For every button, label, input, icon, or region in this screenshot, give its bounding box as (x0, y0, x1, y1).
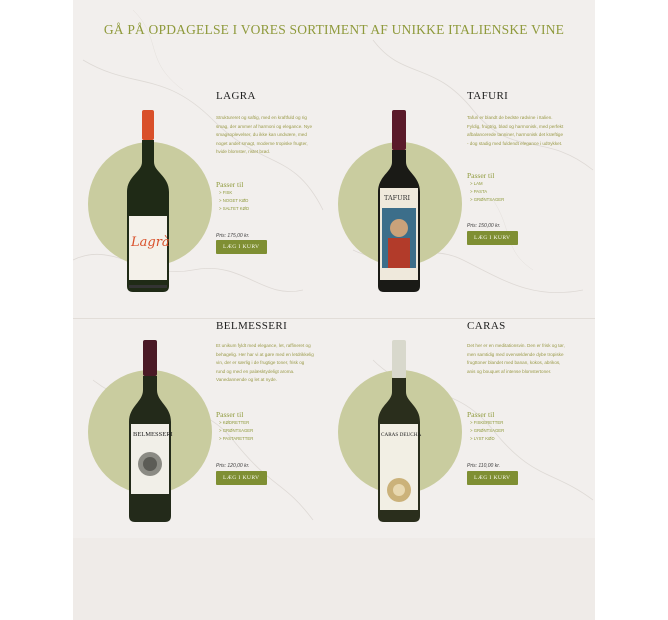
wine-bottle-image: CARAS DEUCHA (378, 340, 421, 522)
page-headline: GÅ PÅ OPDAGELSE I VORES SORTIMENT AF UNI… (103, 22, 565, 37)
add-to-cart-button[interactable]: LÆG I KURV (216, 471, 267, 485)
wine-bottle-image: Lagrà (127, 110, 170, 292)
pairs-item: LAM (470, 180, 504, 188)
pairs-item: FISK (219, 189, 249, 197)
add-to-cart-button[interactable]: LÆG I KURV (216, 240, 267, 254)
pairs-list: FISKERETTER GRØNTSAGER LYST KØD (470, 419, 505, 444)
pairs-item: FISKERETTER (470, 419, 504, 427)
product-title: CARAS (467, 320, 506, 332)
wine-bottle-image: TAFURI (378, 110, 420, 292)
pairs-list: KØDRETTER GRØNTSAGER PASTARETTER (219, 419, 254, 444)
wine-bottle-image: BELMESSERI (129, 340, 173, 522)
product-title: TAFURI (467, 90, 509, 102)
product-price: Pris: 110,00 kr. (467, 463, 501, 469)
bottle-label-text: TAFURI (384, 194, 411, 202)
pairs-heading: Passer til (216, 410, 244, 419)
pairs-list: FISK NOGET KØD SALTET KØD (219, 189, 249, 214)
product-card-lagra: Lagrà LAGRA Struktureret og saftig, med … (73, 80, 334, 300)
pairs-item: GRØNTSAGER (470, 196, 505, 204)
product-description: Struktureret og saftig, med en kraftfuld… (216, 115, 313, 155)
pairs-item: PASTARETTER (219, 435, 254, 443)
product-price: Pris: 150,00 kr. (467, 223, 501, 229)
pairs-item: KØDRETTER (219, 419, 253, 427)
pairs-item: SALTET KØD (219, 205, 249, 213)
pairs-item: GRØNTSAGER (470, 427, 505, 435)
product-card-caras: CARAS DEUCHA CARAS Det her er en meditat… (334, 318, 595, 538)
footer-band (73, 538, 595, 620)
bottle-label-text: Lagrà (130, 235, 170, 250)
pairs-item: PASTA (470, 188, 504, 196)
product-price: Pris: 175,00 kr. (216, 233, 250, 239)
pairs-item: NOGET KØD (219, 197, 249, 205)
product-title: LAGRA (216, 90, 256, 102)
add-to-cart-button[interactable]: LÆG I KURV (467, 471, 518, 485)
product-title: BELMESSERI (216, 320, 288, 332)
add-to-cart-button[interactable]: LÆG I KURV (467, 231, 518, 245)
bottle-label-text: CARAS DEUCHA (381, 432, 421, 438)
pairs-item: LYST KØD (470, 435, 504, 443)
pairs-item: GRØNTSAGER (219, 427, 254, 435)
product-description: Tafuri er blandt de bedste rødvine i Ita… (467, 115, 564, 146)
pairs-heading: Passer til (216, 180, 244, 189)
pairs-list: LAM PASTA GRØNTSAGER (470, 180, 505, 205)
pairs-heading: Passer til (467, 410, 495, 419)
product-card-tafuri: TAFURI TAFURI Tafuri er blandt de bedste… (334, 80, 595, 300)
pairs-heading: Passer til (467, 171, 495, 180)
product-price: Pris: 120,00 kr. (216, 463, 250, 469)
page-background: GÅ PÅ OPDAGELSE I VORES SORTIMENT AF UNI… (73, 0, 595, 620)
product-card-belmesseri: BELMESSERI BELMESSERI Et unikum fyldt me… (73, 318, 334, 538)
product-description: Et unikum fyldt med elegance, let, raffi… (216, 343, 314, 383)
product-description: Det her er en meditationsvin. Den er fri… (467, 343, 565, 374)
bottle-label-text: BELMESSERI (133, 431, 173, 438)
